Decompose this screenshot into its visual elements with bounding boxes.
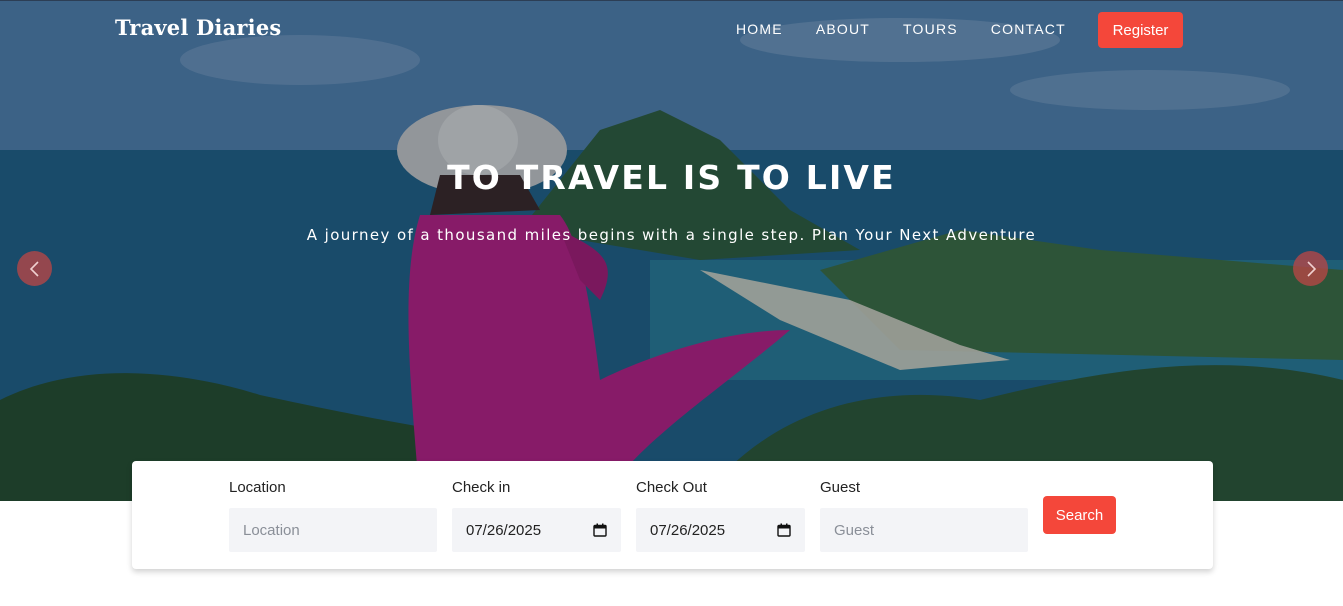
checkin-date-value: 07/26/2025 [466,521,542,539]
checkout-date-value: 07/26/2025 [650,521,726,539]
location-field-group: Location [229,479,437,552]
calendar-icon[interactable] [777,523,791,537]
nav-home[interactable]: HOME [736,21,783,37]
brand-logo[interactable]: Travel Diaries [115,15,281,40]
carousel-prev-button[interactable] [17,251,52,286]
checkin-date-input[interactable]: 07/26/2025 [452,508,621,552]
nav-about[interactable]: ABOUT [816,21,870,37]
chevron-left-icon [29,260,39,277]
nav-contact[interactable]: CONTACT [991,21,1066,37]
nav-tours[interactable]: TOURS [903,21,958,37]
location-label: Location [229,479,286,496]
checkout-date-input[interactable]: 07/26/2025 [636,508,805,552]
checkin-label: Check in [452,479,511,496]
register-button[interactable]: Register [1098,12,1183,48]
checkin-field-group: Check in 07/26/2025 [452,479,621,552]
hero-overlay [0,0,1343,501]
hero-subtitle: A journey of a thousand miles begins wit… [306,226,1037,244]
guest-label: Guest [820,479,861,496]
calendar-icon[interactable] [593,523,607,537]
checkout-label: Check Out [636,479,707,496]
search-button[interactable]: Search [1043,496,1116,534]
top-navbar: Travel Diaries HOME ABOUT TOURS CONTACT … [0,0,1343,61]
chevron-right-icon [1306,260,1316,277]
location-input[interactable] [229,508,437,552]
carousel-next-button[interactable] [1293,251,1328,286]
hero-banner: Travel Diaries HOME ABOUT TOURS CONTACT … [0,0,1343,501]
guest-input[interactable] [820,508,1028,552]
hero-title: TO TRAVEL IS TO LIVE [447,158,896,197]
booking-search-card: Location Check in 07/26/2025 Check Out 0… [132,461,1213,569]
checkout-field-group: Check Out 07/26/2025 [636,479,805,552]
main-nav: HOME ABOUT TOURS CONTACT [736,21,1099,37]
guest-field-group: Guest [820,479,1028,552]
